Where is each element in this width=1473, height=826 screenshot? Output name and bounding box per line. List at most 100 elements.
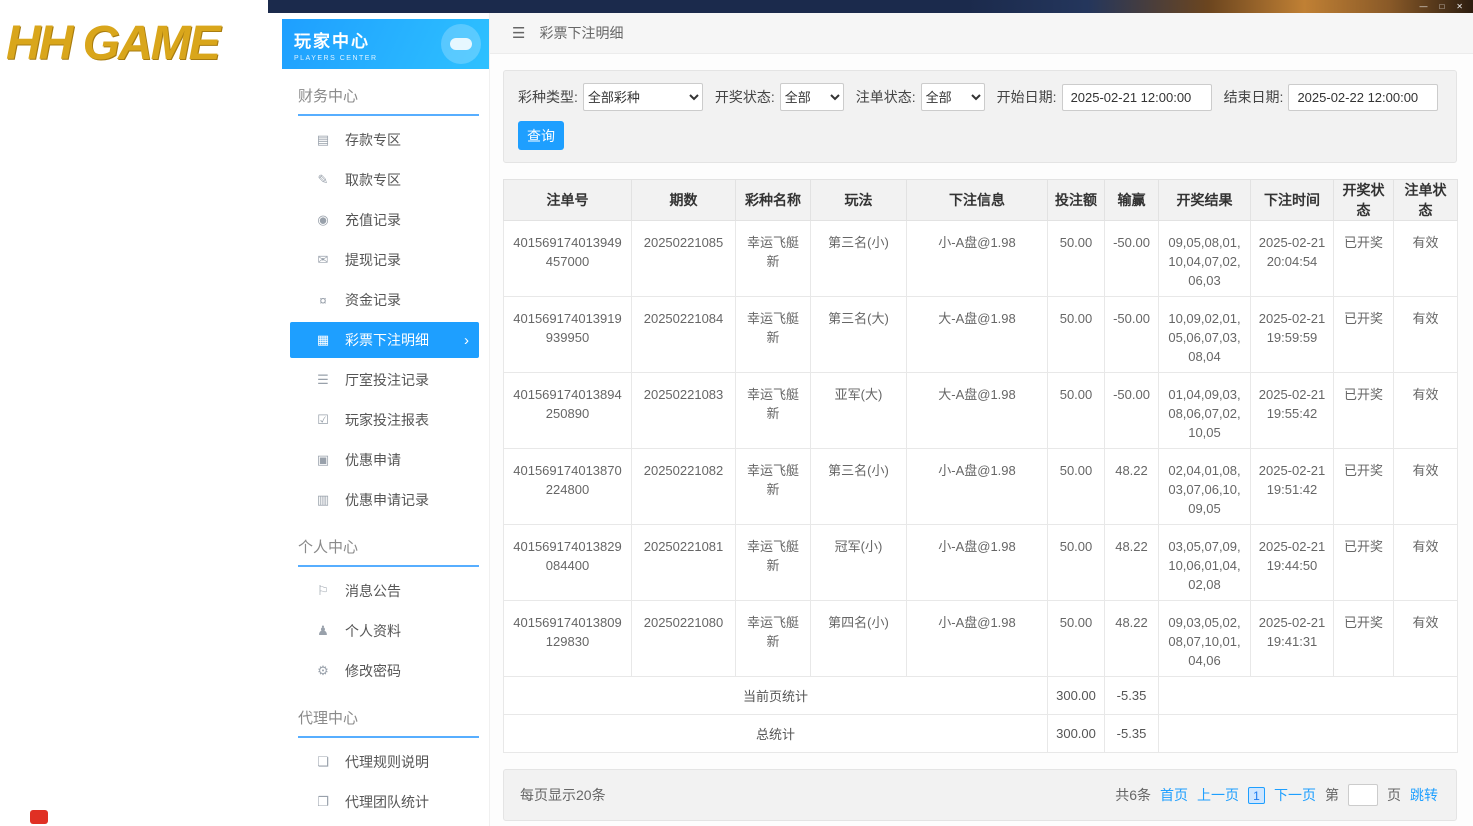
column-header-bet-status: 注单状态 <box>1393 179 1458 221</box>
sidebar-item-player-bet-report[interactable]: ☑ 玩家投注报表 <box>268 400 489 440</box>
next-page-link[interactable]: 下一页 <box>1274 785 1316 805</box>
first-page-link[interactable]: 首页 <box>1160 785 1188 805</box>
page-size-text: 每页显示20条 <box>520 787 606 803</box>
column-header-bet-amount: 投注额 <box>1047 179 1105 221</box>
total-count-text: 共6条 <box>1115 787 1151 803</box>
prev-page-link[interactable]: 上一页 <box>1197 785 1239 805</box>
cell-win-loss: -50.00 <box>1104 372 1159 449</box>
cell-bet-no: 401569174013809129830 <box>503 600 632 677</box>
sidebar-item-withdraw-zone[interactable]: ✎ 取款专区 <box>268 160 489 200</box>
sidebar-item-label: 资金记录 <box>345 292 401 308</box>
cell-draw-status: 已开奖 <box>1333 296 1394 373</box>
column-header-bet-info: 下注信息 <box>906 179 1048 221</box>
sidebar-item-label: 个人资料 <box>345 623 401 639</box>
cell-draw-result: 09,03,05,02,08,07,10,01,04,06 <box>1158 600 1251 677</box>
sidebar-item-hall-bet-records[interactable]: ☰ 厅室投注记录 <box>268 360 489 400</box>
cell-bet-status: 有效 <box>1393 448 1458 525</box>
cell-draw-result: 03,05,07,09,10,06,01,04,02,08 <box>1158 524 1251 601</box>
summary-row: 当前页统计 300.00 -5.35 <box>503 676 1458 715</box>
page-title: 彩票下注明细 <box>539 25 624 41</box>
withdraw-icon: ✎ <box>317 172 329 187</box>
cell-lottery-name: 幸运飞艇新 <box>735 372 811 449</box>
sidebar-item-label: 优惠申请 <box>345 452 401 468</box>
cell-lottery-name: 幸运飞艇新 <box>735 220 811 297</box>
summary-label: 总统计 <box>503 714 1048 753</box>
maximize-icon[interactable]: □ <box>1439 0 1444 13</box>
cell-play: 冠军(小) <box>810 524 907 601</box>
jump-prefix-label: 第 <box>1325 787 1339 803</box>
end-date-input[interactable] <box>1288 83 1439 111</box>
start-date-input[interactable] <box>1061 83 1212 111</box>
sidebar-item-messages[interactable]: ⚐ 消息公告 <box>268 571 489 611</box>
cell-bet-info: 小-A盘@1.98 <box>906 448 1048 525</box>
cell-bet-time: 2025-02-21 20:04:54 <box>1250 220 1334 297</box>
summary-bet-total: 300.00 <box>1047 676 1105 715</box>
summary-win-loss-total: -5.35 <box>1104 714 1159 753</box>
sidebar-menu: 财务中心 ▤ 存款专区 ✎ 取款专区 ◉ 充值记录 ✉ 提现记录 ¤ 资金记录 ▦ 彩票下注明细 › ☰ 厅室… <box>268 85 489 822</box>
background-page: HH GAME <box>0 0 268 826</box>
minimize-icon[interactable]: — <box>1419 0 1427 13</box>
page-jump-input[interactable] <box>1348 784 1378 806</box>
sidebar-item-lottery-bet-details[interactable]: ▦ 彩票下注明细 › <box>290 322 479 358</box>
deposit-icon: ▤ <box>316 132 330 147</box>
cell-draw-result: 10,09,02,01,05,06,07,03,08,04 <box>1158 296 1251 373</box>
cell-play: 第三名(小) <box>810 448 907 525</box>
cell-lottery-name: 幸运飞艇新 <box>735 524 811 601</box>
start-date-label: 开始日期: <box>996 89 1057 105</box>
table-row: 401569174013894250890 20250221083 幸运飞艇新 亚军(… <box>503 372 1458 449</box>
page: HH GAME — □ ✕ 玩家中心 PLAYERS CENTER 财务中心 ▤ 存… <box>0 0 1473 826</box>
cell-bet-time: 2025-02-21 19:55:42 <box>1250 372 1334 449</box>
cell-win-loss: -50.00 <box>1104 220 1159 297</box>
sidebar-item-promo-apply-records[interactable]: ▥ 优惠申请记录 <box>268 480 489 520</box>
cell-bet-time: 2025-02-21 19:41:31 <box>1250 600 1334 677</box>
cell-bet-no: 401569174013949457000 <box>503 220 632 297</box>
window-titlebar: — □ ✕ <box>268 0 1473 13</box>
pager: 共6条 首页 上一页 1 下一页 第 页 跳转 <box>1115 784 1438 806</box>
cell-lottery-name: 幸运飞艇新 <box>735 296 811 373</box>
sidebar-item-change-password[interactable]: ⚙ 修改密码 <box>268 651 489 691</box>
cell-bet-amount: 50.00 <box>1047 296 1105 373</box>
sidebar-item-cashout-records[interactable]: ✉ 提现记录 <box>268 240 489 280</box>
filter-row: 彩种类型: 全部彩种 开奖状态: 全部 注单状态: 全部 开始日期: 结束日期: <box>518 83 1442 111</box>
column-header-bet-time: 下注时间 <box>1250 179 1334 221</box>
sidebar-item-label: 存款专区 <box>345 132 401 148</box>
cell-bet-time: 2025-02-21 19:51:42 <box>1250 448 1334 525</box>
controller-icon <box>441 24 481 64</box>
bet-status-select[interactable]: 全部 <box>920 83 985 111</box>
sidebar-item-recharge-records[interactable]: ◉ 充值记录 <box>268 200 489 240</box>
summary-empty <box>1158 676 1458 715</box>
hall-bet-icon: ☰ <box>317 372 329 387</box>
cell-win-loss: -50.00 <box>1104 296 1159 373</box>
cell-bet-amount: 50.00 <box>1047 220 1105 297</box>
column-header-period: 期数 <box>631 179 736 221</box>
cell-bet-no: 401569174013829084400 <box>503 524 632 601</box>
sidebar-item-profile[interactable]: ♟ 个人资料 <box>268 611 489 651</box>
search-button[interactable]: 查询 <box>518 121 564 150</box>
cell-bet-no: 401569174013870224800 <box>503 448 632 525</box>
table-row: 401569174013919939950 20250221084 幸运飞艇新 第三名… <box>503 296 1458 373</box>
cell-bet-amount: 50.00 <box>1047 448 1105 525</box>
cell-bet-info: 大-A盘@1.98 <box>906 372 1048 449</box>
sidebar-item-label: 消息公告 <box>345 583 401 599</box>
hamburger-icon[interactable]: ☰ <box>512 24 525 42</box>
lottery-bet-icon: ▦ <box>316 332 330 347</box>
recharge-record-icon: ◉ <box>317 212 329 227</box>
sidebar-item-fund-records[interactable]: ¤ 资金记录 <box>268 280 489 320</box>
sidebar-item-deposit-zone[interactable]: ▤ 存款专区 <box>268 120 489 160</box>
sidebar-item-promo-apply[interactable]: ▣ 优惠申请 <box>268 440 489 480</box>
draw-status-select[interactable]: 全部 <box>779 83 844 111</box>
cell-bet-status: 有效 <box>1393 372 1458 449</box>
filter-panel: 彩种类型: 全部彩种 开奖状态: 全部 注单状态: 全部 开始日期: 结束日期:… <box>503 70 1457 163</box>
column-header-win-loss: 输赢 <box>1104 179 1159 221</box>
sidebar-item-agent-rules[interactable]: ❏ 代理规则说明 <box>268 742 489 782</box>
jump-button[interactable]: 跳转 <box>1410 785 1438 805</box>
cell-bet-status: 有效 <box>1393 220 1458 297</box>
summary-row: 总统计 300.00 -5.35 <box>503 714 1458 753</box>
lottery-type-select[interactable]: 全部彩种 <box>582 83 703 111</box>
sidebar-item-agent-team-stats[interactable]: ❐ 代理团队统计 <box>268 782 489 822</box>
table-row: 401569174013949457000 20250221085 幸运飞艇新 第三名… <box>503 220 1458 297</box>
cell-draw-status: 已开奖 <box>1333 372 1394 449</box>
close-icon[interactable]: ✕ <box>1456 0 1463 13</box>
notification-red-icon <box>30 810 48 824</box>
cell-play: 第三名(大) <box>810 296 907 373</box>
